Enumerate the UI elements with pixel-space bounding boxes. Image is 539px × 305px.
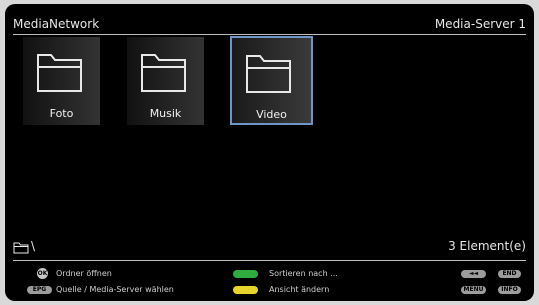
folder-icon [37, 54, 82, 92]
help-yellow-text: Ansicht ändern [269, 285, 330, 294]
help-green-text: Sortieren nach ... [269, 269, 338, 278]
folder-tile-video[interactable]: Video [230, 36, 313, 125]
folder-icon [13, 242, 29, 254]
folder-label: Musik [149, 107, 182, 120]
current-path: \ [31, 239, 36, 253]
help-epg-text: Quelle / Media-Server wählen [56, 285, 174, 294]
help-ok-text: Ordner öffnen [56, 269, 112, 278]
footer-divider [13, 260, 526, 261]
server-name: Media-Server 1 [434, 17, 526, 31]
header-divider [13, 34, 526, 35]
folder-label: Video [256, 108, 287, 121]
rewind-key-icon: ◄◄ [461, 270, 486, 278]
folder-tile-musik[interactable]: Musik [127, 37, 204, 125]
info-key-icon: INFO [498, 286, 521, 294]
yellow-key-icon [233, 286, 258, 294]
ok-key-icon: OK [37, 268, 48, 279]
menu-key-icon: MENU [461, 286, 486, 294]
folder-tile-foto[interactable]: Foto [23, 37, 100, 125]
green-key-icon [233, 270, 258, 278]
epg-key-icon: EPG [27, 286, 52, 294]
folder-label: Foto [49, 107, 74, 120]
element-count: 3 Element(e) [448, 239, 526, 253]
app-title: MediaNetwork [13, 17, 100, 31]
end-key-icon: END [498, 270, 521, 278]
folder-icon [141, 54, 186, 92]
path-bar: \ 3 Element(e) [13, 239, 526, 259]
tv-screen: MediaNetwork Media-Server 1 Foto Musik V… [5, 4, 534, 301]
folder-icon [246, 55, 291, 93]
